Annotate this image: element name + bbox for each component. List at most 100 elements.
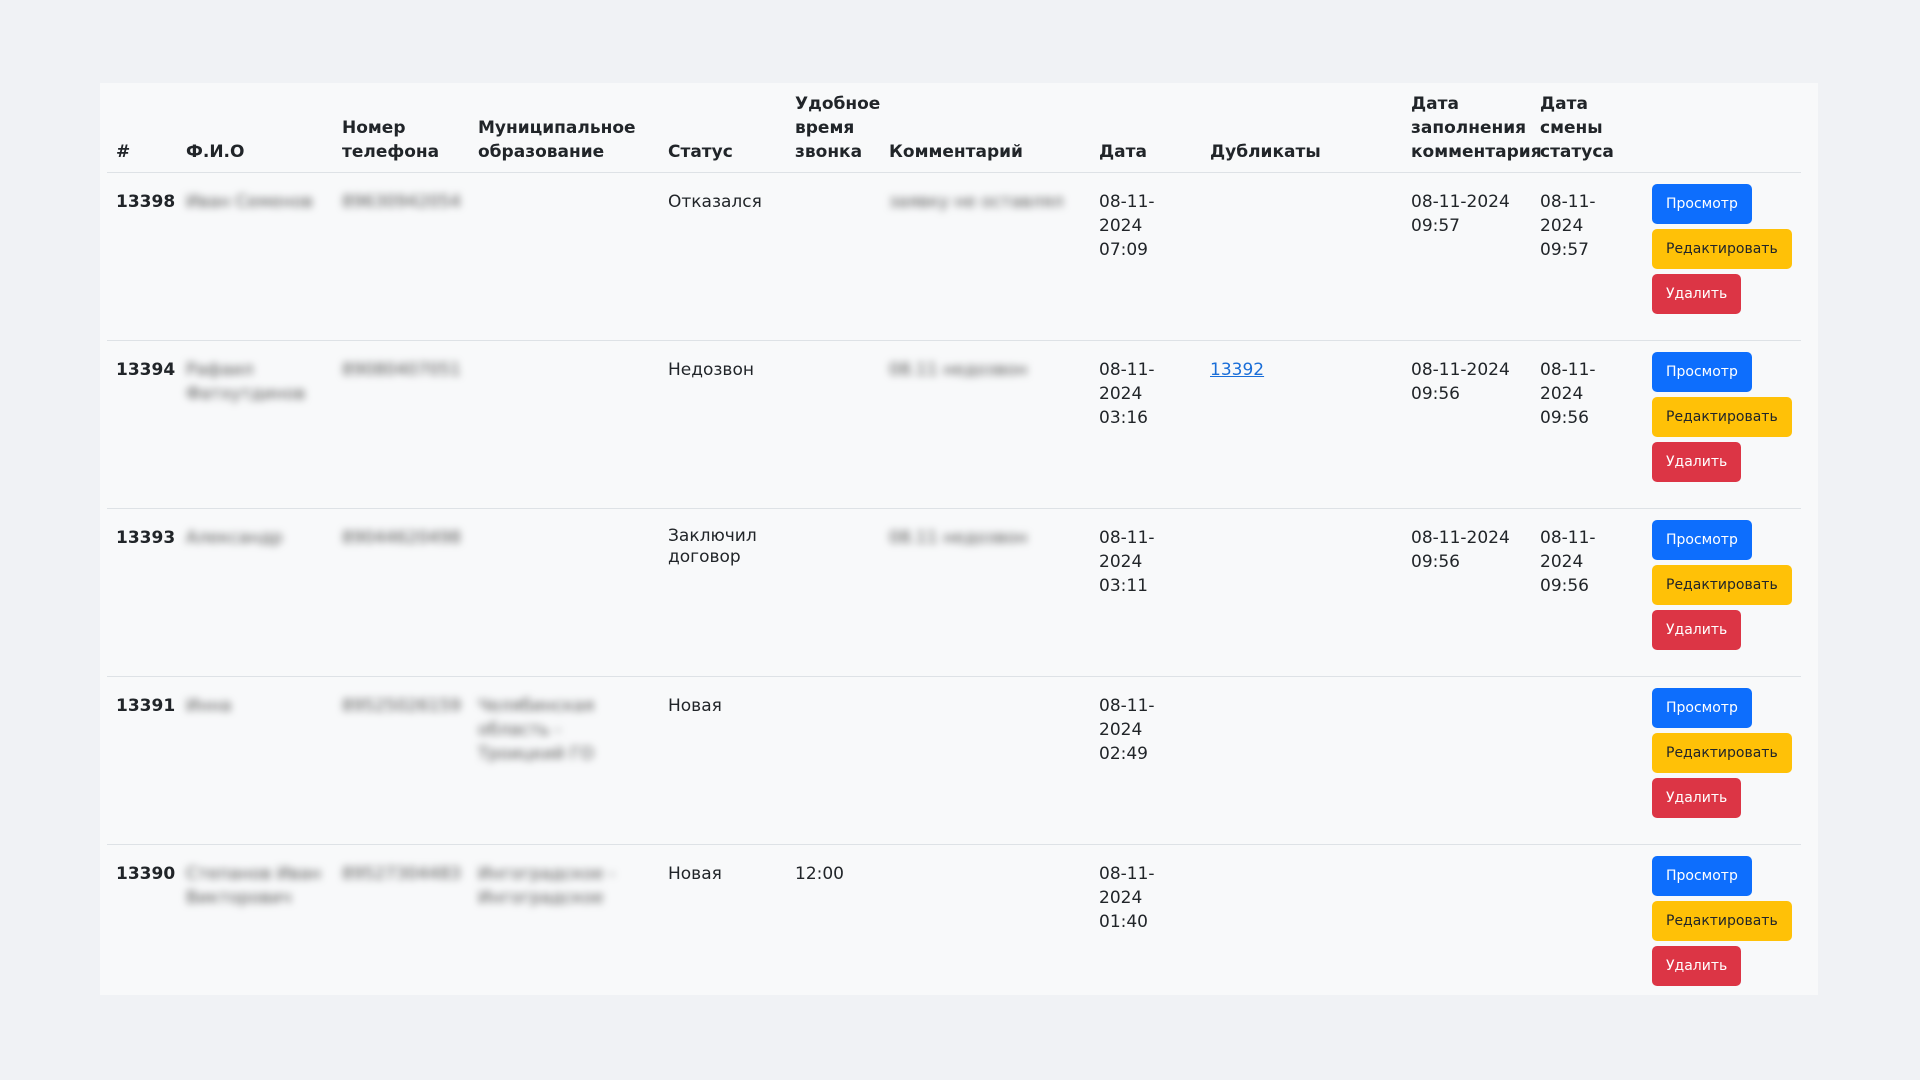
row-date: 08-11-2024 01:40 — [1099, 863, 1155, 932]
header-fio: Ф.И.О — [177, 83, 333, 173]
row-comment: заявку не оставлял — [880, 172, 1090, 341]
view-button[interactable]: Просмотр — [1652, 351, 1752, 392]
header-comment-date: Дата заполнения комментария — [1402, 83, 1542, 173]
row-duplicates — [1201, 172, 1402, 341]
header-comment: Комментарий — [880, 83, 1090, 173]
row-phone-value: 89044620498 — [342, 527, 461, 548]
row-id: 13390 — [116, 863, 176, 884]
header-date: Дата — [1090, 83, 1201, 173]
row-municipality-value: Челябинская область - Троицкий ГО — [478, 695, 595, 764]
view-button[interactable]: Просмотр — [1652, 519, 1752, 560]
table-row: 13391 Инна 89525026159 Челябинская облас… — [107, 676, 1801, 845]
edit-button[interactable]: Редактировать — [1652, 732, 1792, 773]
delete-button[interactable]: Удалить — [1652, 273, 1742, 314]
row-actions: Просмотр Редактировать Удалить — [1643, 676, 1801, 845]
table-row: 13398 Иван Семенов 89630942054 Отказался… — [107, 172, 1801, 341]
row-status-date: 08-11-2024 09:57 — [1531, 172, 1643, 341]
row-municipality: Ингоградское - Ингоградское — [469, 844, 659, 994]
row-comment-date — [1402, 844, 1531, 994]
row-call-time — [786, 676, 880, 845]
delete-button[interactable]: Удалить — [1652, 609, 1742, 650]
table-row: 13390 Степанов Иван Викторович 895273044… — [107, 844, 1801, 994]
header-municipality: Муниципальное образование — [469, 83, 659, 173]
row-comment — [880, 676, 1090, 845]
row-fio: Иван Семенов — [177, 172, 333, 341]
edit-button[interactable]: Редактировать — [1652, 396, 1792, 437]
row-phone-value: 89527304483 — [342, 863, 461, 884]
row-duplicates — [1201, 676, 1402, 845]
row-date: 08-11-2024 02:49 — [1090, 676, 1201, 845]
table-row: 13394 Рафаил Фатхутдинов 89080407051 Нед… — [107, 340, 1801, 509]
row-fio-value: Рафаил Фатхутдинов — [186, 359, 306, 404]
row-comment-date: 08-11-2024 09:56 — [1402, 340, 1531, 509]
row-actions: Просмотр Редактировать Удалить — [1643, 340, 1801, 509]
row-status-date — [1531, 676, 1643, 845]
row-comment-date: 08-11-2024 09:57 — [1402, 172, 1531, 341]
row-call-time: 12:00 — [795, 863, 844, 884]
row-actions: Просмотр Редактировать Удалить — [1643, 172, 1801, 341]
row-municipality-value: Ингоградское - Ингоградское — [478, 863, 616, 908]
header-status: Статус — [659, 83, 786, 173]
row-phone: 89630942054 — [333, 172, 469, 341]
row-comment-value: 08.11 недозвон — [889, 359, 1028, 380]
row-status-value: Недозвон — [668, 359, 754, 380]
delete-button[interactable]: Удалить — [1652, 777, 1742, 818]
header-actions — [1643, 83, 1801, 173]
row-comment: 08.11 недозвон — [880, 340, 1090, 509]
row-status-date: 08-11-2024 09:56 — [1531, 340, 1643, 509]
row-id: 13393 — [107, 508, 177, 677]
row-status-date: 08-11-2024 09:56 — [1531, 508, 1643, 677]
row-status-date — [1531, 844, 1643, 994]
row-phone-value: 89525026159 — [342, 695, 461, 716]
row-phone: 89525026159 — [333, 676, 469, 845]
row-comment-date: 08-11-2024 09:56 — [1402, 508, 1531, 677]
row-status: Отказался — [659, 172, 786, 341]
header-phone: Номер телефона — [333, 83, 469, 173]
row-fio: Степанов Иван Викторович — [177, 844, 333, 994]
leads-table-card: # Ф.И.О Номер телефона Муниципальное обр… — [100, 83, 1818, 995]
row-id: 13398 — [107, 172, 177, 341]
view-button[interactable]: Просмотр — [1652, 855, 1752, 896]
view-button[interactable]: Просмотр — [1652, 687, 1752, 728]
row-id: 13391 — [107, 676, 177, 845]
view-button[interactable]: Просмотр — [1652, 183, 1752, 224]
row-municipality: Челябинская область - Троицкий ГО — [469, 676, 659, 845]
row-status-value: Отказался — [668, 191, 762, 212]
row-phone: 89044620498 — [333, 508, 469, 677]
row-fio-value: Инна — [186, 695, 232, 716]
row-fio: Александр — [177, 508, 333, 677]
row-id: 13394 — [107, 340, 177, 509]
row-actions: Просмотр Редактировать Удалить — [1643, 508, 1801, 677]
row-municipality — [469, 172, 659, 341]
delete-button[interactable]: Удалить — [1652, 945, 1742, 986]
row-status: Заключил договор — [659, 508, 786, 677]
row-actions: Просмотр Редактировать Удалить — [1643, 844, 1801, 994]
row-phone-value: 89630942054 — [342, 191, 461, 212]
row-call-time — [786, 508, 880, 677]
row-status-value: Новая — [668, 863, 722, 884]
row-duplicates: 13392 — [1201, 340, 1402, 509]
row-duplicates — [1201, 508, 1402, 677]
header-status-date: Дата смены статуса — [1531, 83, 1643, 173]
delete-button[interactable]: Удалить — [1652, 441, 1742, 482]
row-duplicates — [1201, 844, 1402, 994]
row-comment-date — [1402, 676, 1531, 845]
row-fio: Рафаил Фатхутдинов — [177, 340, 333, 509]
edit-button[interactable]: Редактировать — [1652, 228, 1792, 269]
edit-button[interactable]: Редактировать — [1652, 900, 1792, 941]
table-row: 13393 Александр 89044620498 Заключил дог… — [107, 508, 1801, 677]
edit-button[interactable]: Редактировать — [1652, 564, 1792, 605]
row-fio-value: Александр — [186, 527, 283, 548]
table-header: # Ф.И.О Номер телефона Муниципальное обр… — [107, 83, 1801, 173]
header-id: # — [107, 83, 177, 173]
row-municipality — [469, 340, 659, 509]
row-comment-value: 08.11 недозвон — [889, 527, 1028, 548]
duplicate-link[interactable]: 13392 — [1210, 360, 1264, 380]
row-date: 08-11-2024 03:11 — [1090, 508, 1201, 677]
row-status-value: Заключил договор — [668, 525, 757, 567]
row-fio-value: Степанов Иван Викторович — [186, 863, 321, 908]
row-status: Новая — [659, 844, 786, 994]
leads-table: # Ф.И.О Номер телефона Муниципальное обр… — [107, 83, 1801, 994]
row-fio-value: Иван Семенов — [186, 191, 313, 212]
row-status-value: Новая — [668, 695, 722, 716]
